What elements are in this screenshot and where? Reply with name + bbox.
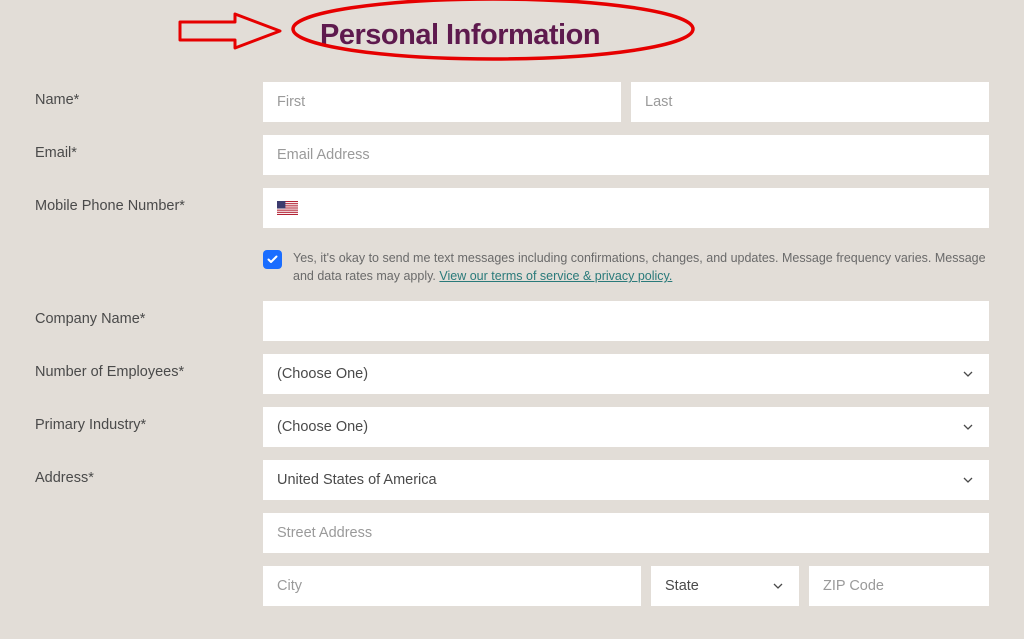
chevron-down-icon — [771, 579, 785, 593]
email-label: Email* — [35, 135, 263, 161]
check-icon — [266, 253, 279, 266]
last-name-input[interactable] — [631, 82, 989, 122]
header-area: Personal Information — [175, 0, 989, 62]
company-label: Company Name* — [35, 301, 263, 327]
page-title: Personal Information — [320, 19, 600, 52]
zip-input[interactable] — [809, 566, 989, 606]
first-name-input[interactable] — [263, 82, 621, 122]
company-name-input[interactable] — [263, 301, 989, 341]
sms-consent-text: Yes, it's okay to send me text messages … — [293, 249, 989, 285]
annotation-arrow-icon — [175, 10, 285, 52]
employees-select-value: (Choose One) — [277, 366, 368, 382]
street-address-input[interactable] — [263, 513, 989, 553]
email-input[interactable] — [263, 135, 989, 175]
us-flag-icon — [277, 201, 298, 215]
city-input[interactable] — [263, 566, 641, 606]
name-label: Name* — [35, 82, 263, 108]
chevron-down-icon — [961, 420, 975, 434]
employees-select[interactable]: (Choose One) — [263, 354, 989, 394]
mobile-phone-input[interactable] — [263, 188, 989, 228]
mobile-label: Mobile Phone Number* — [35, 188, 263, 214]
industry-select-value: (Choose One) — [277, 419, 368, 435]
country-select-value: United States of America — [277, 472, 437, 488]
state-select-value: State — [665, 578, 699, 594]
employees-label: Number of Employees* — [35, 354, 263, 380]
terms-privacy-link[interactable]: View our terms of service & privacy poli… — [439, 269, 672, 283]
chevron-down-icon — [961, 367, 975, 381]
industry-label: Primary Industry* — [35, 407, 263, 433]
sms-consent-checkbox[interactable] — [263, 250, 282, 269]
country-select[interactable]: United States of America — [263, 460, 989, 500]
industry-select[interactable]: (Choose One) — [263, 407, 989, 447]
state-select[interactable]: State — [651, 566, 799, 606]
address-label: Address* — [35, 460, 263, 486]
chevron-down-icon — [961, 473, 975, 487]
